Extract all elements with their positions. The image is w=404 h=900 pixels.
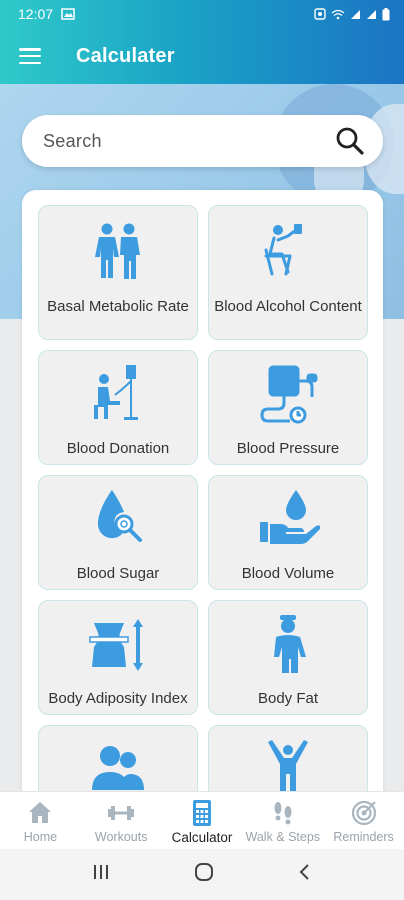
calc-card-blood-donation[interactable]: Blood Donation xyxy=(38,350,198,465)
calc-card-label: Body Fat xyxy=(257,690,319,707)
calc-card-blood-sugar[interactable]: Blood Sugar xyxy=(38,475,198,590)
wifi-icon xyxy=(331,9,345,19)
arms-up-icon xyxy=(268,740,308,794)
battery-icon xyxy=(382,7,390,20)
calc-card-blood-volume[interactable]: Blood Volume xyxy=(208,475,368,590)
calc-card-partial[interactable] xyxy=(208,725,368,800)
calc-card-label: Body Adiposity Index xyxy=(48,690,188,707)
blood-pressure-icon xyxy=(260,365,318,424)
drinking-icon xyxy=(264,224,302,276)
home-button[interactable] xyxy=(194,862,214,887)
nav-label: Walk & Steps xyxy=(245,830,321,844)
calc-card-label: Blood Sugar xyxy=(76,565,160,582)
alarm-icon xyxy=(314,8,326,20)
dumbbell-icon xyxy=(108,806,135,820)
search-input[interactable]: Search xyxy=(43,131,335,152)
app-bar: Calculater xyxy=(0,28,404,84)
recent-apps-icon xyxy=(94,865,108,879)
menu-icon[interactable] xyxy=(19,48,41,64)
status-time: 12:07 xyxy=(18,6,54,22)
calc-card-body-adiposity-index[interactable]: Body Adiposity Index xyxy=(38,600,198,715)
nav-label: Reminders xyxy=(333,830,394,844)
home-icon xyxy=(29,802,52,823)
nav-reminders[interactable]: Reminders xyxy=(323,792,404,849)
back-button[interactable] xyxy=(298,863,312,886)
status-bar: 12:07 xyxy=(0,0,404,28)
signal-icon xyxy=(367,9,376,19)
calc-card-label: Blood Pressure xyxy=(236,440,340,457)
hand-drop-icon xyxy=(260,490,320,544)
back-icon xyxy=(299,864,309,880)
calc-card-label: Blood Alcohol Content xyxy=(214,298,362,315)
signal-icon xyxy=(351,9,360,19)
calc-card-blood-pressure[interactable]: Blood Pressure xyxy=(208,350,368,465)
bottom-navigation: Home Workouts Calculator Walk & Steps Re… xyxy=(0,791,404,849)
home-circle-icon xyxy=(195,863,213,881)
blood-donation-icon xyxy=(94,365,138,420)
calc-card-label: Basal Metabolic Rate xyxy=(47,298,189,315)
waist-measure-icon xyxy=(89,619,143,671)
nav-home[interactable]: Home xyxy=(0,792,81,849)
calc-card-partial[interactable] xyxy=(38,725,198,800)
image-icon xyxy=(61,8,75,20)
nav-label: Calculator xyxy=(171,830,233,845)
calc-card-label: Blood Donation xyxy=(66,440,170,457)
nav-label: Workouts xyxy=(94,830,148,844)
calc-card-basal-metabolic-rate[interactable]: Basal Metabolic Rate xyxy=(38,205,198,340)
nav-walk-steps[interactable]: Walk & Steps xyxy=(242,792,323,849)
blood-drop-search-icon xyxy=(97,490,142,542)
footprints-icon xyxy=(274,802,292,825)
people-icon xyxy=(95,223,140,279)
nav-label: Home xyxy=(23,830,58,844)
calculator-icon xyxy=(192,800,211,826)
page-title: Calculater xyxy=(76,44,175,67)
recent-apps-button[interactable] xyxy=(92,863,110,886)
calculator-panel: Basal Metabolic Rate Blood Alcohol Conte… xyxy=(22,190,383,800)
nav-calculator[interactable]: Calculator xyxy=(162,792,243,849)
calc-card-label: Blood Volume xyxy=(241,565,335,582)
search-bar[interactable]: Search xyxy=(22,115,383,167)
person-icon xyxy=(274,615,306,673)
calc-card-blood-alcohol-content[interactable]: Blood Alcohol Content xyxy=(208,205,368,340)
calc-card-body-fat[interactable]: Body Fat xyxy=(208,600,368,715)
search-icon[interactable] xyxy=(335,126,365,156)
nav-workouts[interactable]: Workouts xyxy=(81,792,162,849)
system-navigation-bar xyxy=(0,849,404,900)
target-icon xyxy=(351,800,376,826)
